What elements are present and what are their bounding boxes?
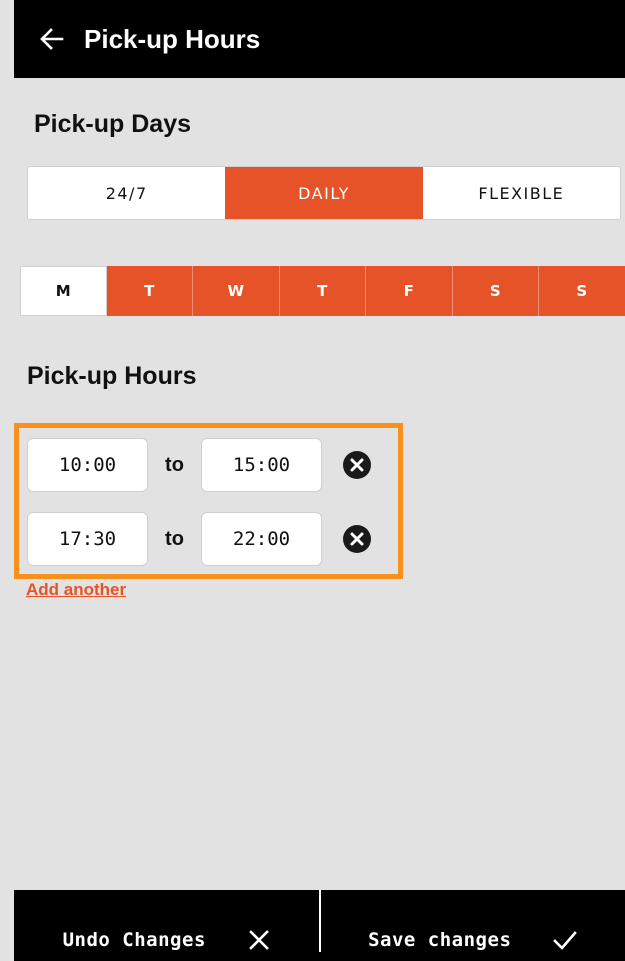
slot-2-end-time-input[interactable]: 22:00	[201, 512, 322, 566]
hours-slots-highlight: 10:00 to 15:00 17:30 to 22:00	[14, 423, 403, 579]
weekday-selector: M T W T F S S	[20, 266, 625, 316]
app-header: Pick-up Hours	[14, 0, 625, 78]
app-root: Pick-up Hours Pick-up Days 24/7 DAILY FL…	[0, 0, 625, 961]
day-thursday-toggle[interactable]: T	[279, 266, 366, 316]
mode-flexible-button[interactable]: FLEXIBLE	[422, 167, 620, 219]
slot-2-to-label: to	[165, 527, 184, 550]
save-changes-button[interactable]: Save changes	[321, 890, 625, 961]
check-icon	[553, 929, 578, 951]
slot-2-remove-button[interactable]	[342, 524, 372, 554]
close-circle-icon	[343, 451, 371, 479]
add-another-link[interactable]: Add another	[26, 580, 126, 600]
save-changes-label: Save changes	[368, 929, 512, 951]
day-saturday-toggle[interactable]: S	[452, 266, 539, 316]
mode-daily-button[interactable]: DAILY	[225, 167, 423, 219]
undo-changes-label: Undo Changes	[62, 929, 206, 951]
day-monday-toggle[interactable]: M	[20, 266, 107, 316]
bottom-action-bar: Undo Changes Save changes	[14, 890, 625, 961]
slot-1-end-time-input[interactable]: 15:00	[201, 438, 322, 492]
day-sunday-toggle[interactable]: S	[539, 266, 625, 316]
close-circle-icon	[343, 525, 371, 553]
day-friday-toggle[interactable]: F	[366, 266, 453, 316]
back-button[interactable]	[26, 0, 78, 78]
slot-2-start-time-input[interactable]: 17:30	[27, 512, 148, 566]
undo-changes-button[interactable]: Undo Changes	[14, 890, 319, 961]
slot-1-start-time-input[interactable]: 10:00	[27, 438, 148, 492]
pickup-hours-title: Pick-up Hours	[27, 362, 197, 390]
day-wednesday-toggle[interactable]: W	[193, 266, 280, 316]
hour-slot-row: 10:00 to 15:00	[27, 438, 372, 492]
hour-slot-row: 17:30 to 22:00	[27, 512, 372, 566]
close-icon	[248, 929, 270, 951]
slot-1-remove-button[interactable]	[342, 450, 372, 480]
page-title: Pick-up Hours	[84, 23, 261, 54]
slot-1-to-label: to	[165, 453, 184, 476]
mode-24-7-button[interactable]: 24/7	[28, 167, 226, 219]
pickup-days-title: Pick-up Days	[34, 110, 192, 138]
arrow-left-icon	[40, 28, 64, 50]
day-tuesday-toggle[interactable]: T	[106, 266, 193, 316]
schedule-mode-selector: 24/7 DAILY FLEXIBLE	[27, 166, 621, 220]
